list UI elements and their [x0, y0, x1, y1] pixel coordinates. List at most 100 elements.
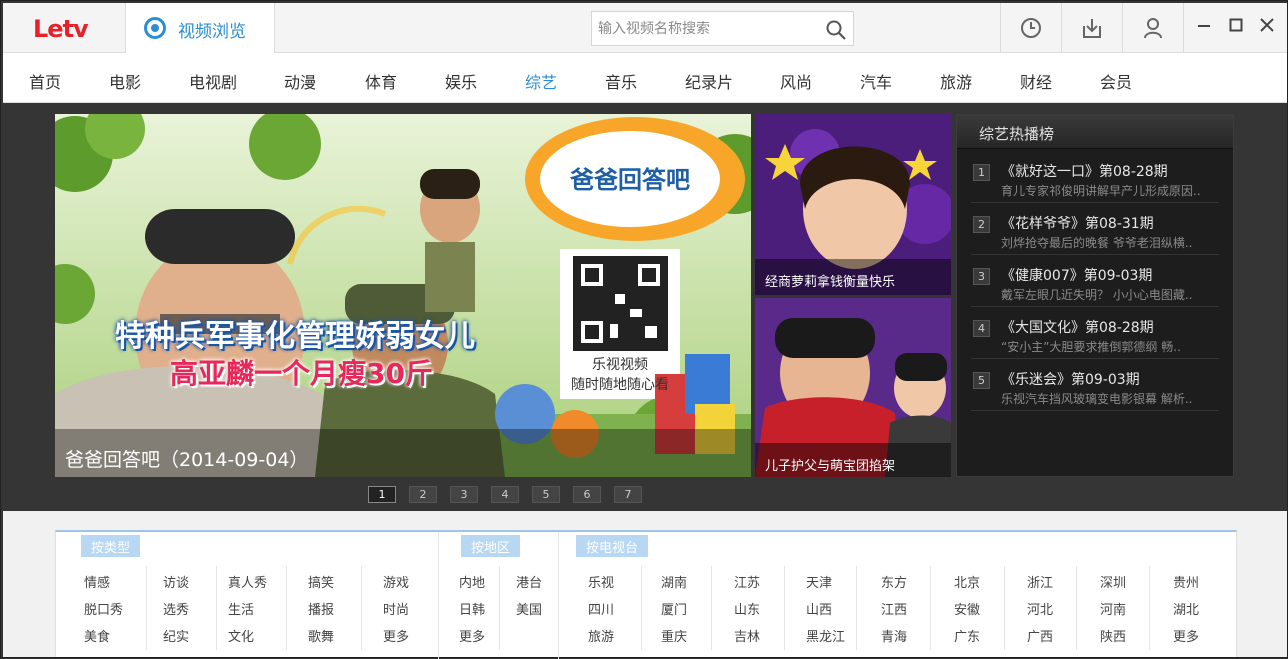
filter-divider	[146, 566, 147, 650]
hot-list-item[interactable]: 4 《大国文化》第08-28期 “安小主”大胆要求推倒郭德纲 畅..	[971, 307, 1219, 359]
nav-item[interactable]: 电影	[109, 69, 141, 93]
history-button[interactable]	[1000, 3, 1061, 53]
filter-link[interactable]: 更多	[1173, 626, 1199, 645]
pager-dot[interactable]: 3	[450, 486, 478, 503]
nav-item[interactable]: 电视剧	[189, 69, 237, 93]
filter-link[interactable]: 广西	[1027, 626, 1053, 645]
hot-list-item[interactable]: 2 《花样爷爷》第08-31期 刘烨抢夺最后的晚餐 爷爷老泪纵横..	[971, 203, 1219, 255]
filter-link[interactable]: 天津	[806, 572, 832, 591]
pager-dot[interactable]: 2	[409, 486, 437, 503]
item-title: 《花样爷爷》第08-31期	[1001, 216, 1154, 232]
close-icon[interactable]	[1259, 17, 1275, 33]
filter-divider	[286, 566, 287, 650]
side-thumbnail[interactable]: 儿子护父与萌宝团掐架	[755, 298, 951, 477]
filter-link[interactable]: 江西	[881, 599, 907, 618]
filter-link[interactable]: 厦门	[661, 599, 687, 618]
nav-item[interactable]: 首页	[29, 69, 61, 93]
nav-item[interactable]: 娱乐	[445, 69, 477, 93]
filter-link[interactable]: 浙江	[1027, 572, 1053, 591]
filter-divider	[1076, 566, 1077, 650]
filter-link[interactable]: 江苏	[734, 572, 760, 591]
nav-item[interactable]: 体育	[365, 69, 397, 93]
tab-video-browse[interactable]: 视频浏览	[125, 3, 275, 54]
filter-link[interactable]: 游戏	[383, 572, 409, 591]
filter-link[interactable]: 访谈	[163, 572, 189, 591]
filter-link[interactable]: 河北	[1027, 599, 1053, 618]
featured-banner[interactable]: 爸爸回答吧 特种兵军事化管理娇弱女儿 高亚麟一个月瘦30斤 乐视视频 随时随地随…	[55, 114, 751, 477]
search-input[interactable]	[592, 12, 817, 45]
filter-link[interactable]: 旅游	[588, 626, 614, 645]
filter-link[interactable]: 广东	[954, 626, 980, 645]
nav-item[interactable]: 汽车	[860, 69, 892, 93]
filter-link[interactable]: 文化	[228, 626, 254, 645]
minimize-icon[interactable]	[1196, 17, 1212, 33]
filter-link[interactable]: 搞笑	[308, 572, 334, 591]
filter-link[interactable]: 美国	[516, 599, 542, 618]
filter-link[interactable]: 播报	[308, 599, 334, 618]
hot-list-item[interactable]: 5 《乐迷会》第09-03期 乐视汽车挡风玻璃变电影银幕 解析..	[971, 359, 1219, 411]
pager-dot[interactable]: 7	[614, 486, 642, 503]
nav-item[interactable]: 旅游	[940, 69, 972, 93]
filter-link[interactable]: 内地	[459, 572, 485, 591]
filter-link[interactable]: 重庆	[661, 626, 687, 645]
nav-item[interactable]: 纪录片	[685, 69, 733, 93]
filter-divider	[856, 566, 857, 650]
item-title: 《健康007》第09-03期	[1001, 268, 1153, 284]
filter-link[interactable]: 贵州	[1173, 572, 1199, 591]
filter-link[interactable]: 更多	[383, 626, 409, 645]
filter-link[interactable]: 歌舞	[308, 626, 334, 645]
nav-item[interactable]: 风尚	[780, 69, 812, 93]
user-button[interactable]	[1122, 3, 1183, 53]
filter-link[interactable]: 陕西	[1100, 626, 1126, 645]
clock-icon	[1021, 18, 1041, 38]
pager-dot[interactable]: 4	[491, 486, 519, 503]
filter-link[interactable]: 黑龙江	[806, 626, 845, 645]
filter-link[interactable]: 更多	[459, 626, 485, 645]
filter-link[interactable]: 吉林	[734, 626, 760, 645]
filter-link[interactable]: 时尚	[383, 599, 409, 618]
thumbnail-caption: 儿子护父与萌宝团掐架	[765, 459, 896, 474]
filter-divider	[558, 532, 559, 659]
filter-link[interactable]: 深圳	[1100, 572, 1126, 591]
filter-link[interactable]: 生活	[228, 599, 254, 618]
filter-link[interactable]: 山西	[806, 599, 832, 618]
filter-link[interactable]: 乐视	[588, 572, 614, 591]
pager-dot[interactable]: 5	[532, 486, 560, 503]
pager-dot[interactable]: 6	[573, 486, 601, 503]
filter-link[interactable]: 情感	[84, 572, 110, 591]
filter-link[interactable]: 四川	[588, 599, 614, 618]
search-box	[591, 11, 854, 46]
side-thumbnail[interactable]: 经商萝莉拿钱衡量快乐	[755, 114, 951, 295]
nav-item[interactable]: 动漫	[284, 69, 316, 93]
search-icon[interactable]	[825, 19, 847, 41]
download-button[interactable]	[1061, 3, 1122, 53]
hot-list-item[interactable]: 3 《健康007》第09-03期 戴军左眼几近失明？ 小小心电图藏..	[971, 255, 1219, 307]
hot-list-item[interactable]: 1 《就好这一口》第08-28期 育儿专家祁俊明讲解早产儿形成原因..	[971, 151, 1219, 203]
nav-item[interactable]: 音乐	[605, 69, 637, 93]
filter-link[interactable]: 选秀	[163, 599, 189, 618]
filter-link[interactable]: 湖北	[1173, 599, 1199, 618]
qr-caption-1: 乐视视频	[592, 357, 648, 373]
filter-link[interactable]: 脱口秀	[84, 599, 123, 618]
filter-link[interactable]: 山东	[734, 599, 760, 618]
maximize-icon[interactable]	[1228, 17, 1244, 33]
filter-link[interactable]: 纪实	[163, 626, 189, 645]
logo-area[interactable]: Letv	[3, 3, 125, 53]
filter-link[interactable]: 港台	[516, 572, 542, 591]
nav-item[interactable]: 综艺	[525, 69, 557, 93]
filter-link[interactable]: 日韩	[459, 599, 485, 618]
overlay-subheadline: 高亚麟一个月瘦30斤	[170, 357, 433, 390]
hot-ranking-panel: 综艺热播榜 1 《就好这一口》第08-28期 育儿专家祁俊明讲解早产儿形成原因.. 2…	[956, 114, 1234, 477]
filter-link[interactable]: 真人秀	[228, 572, 267, 591]
nav-item[interactable]: 会员	[1100, 69, 1132, 93]
filter-link[interactable]: 北京	[954, 572, 980, 591]
filter-link[interactable]: 美食	[84, 626, 110, 645]
rank-badge: 3	[973, 268, 990, 285]
nav-item[interactable]: 财经	[1020, 69, 1052, 93]
filter-link[interactable]: 东方	[881, 572, 907, 591]
filter-link[interactable]: 湖南	[661, 572, 687, 591]
pager-dot[interactable]: 1	[368, 486, 396, 503]
filter-link[interactable]: 安徽	[954, 599, 980, 618]
filter-link[interactable]: 河南	[1100, 599, 1126, 618]
filter-link[interactable]: 青海	[881, 626, 907, 645]
